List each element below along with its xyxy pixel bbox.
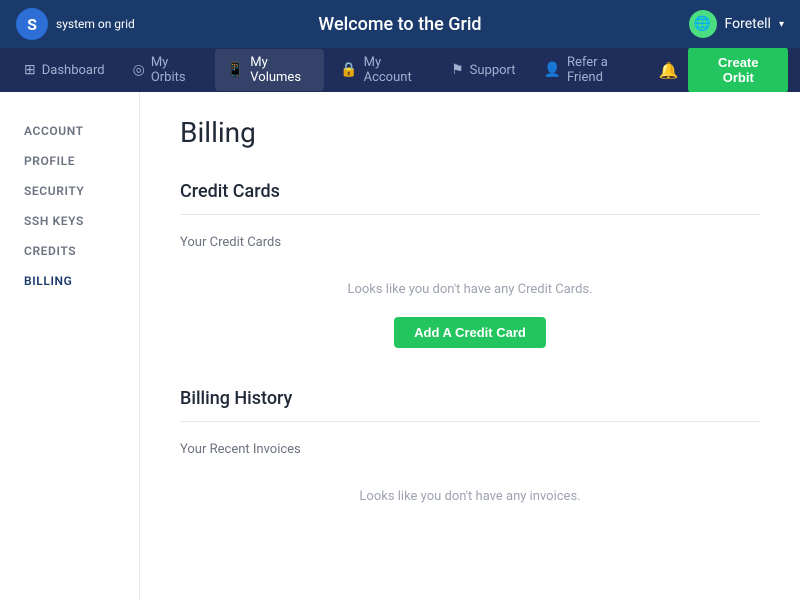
- credit-cards-divider: [180, 214, 760, 215]
- content-area: Billing Credit Cards Your Credit Cards L…: [140, 92, 800, 600]
- secondary-nav: ⊞ Dashboard ◎ My Orbits 📱 My Volumes 🔒 M…: [0, 48, 800, 92]
- sidebar-item-profile[interactable]: PROFILE: [0, 146, 139, 176]
- your-credit-cards-label: Your Credit Cards: [180, 235, 760, 250]
- sidebar-item-my-account[interactable]: 🔒 My Account: [328, 49, 435, 91]
- no-credit-cards-message: Looks like you don't have any Credit Car…: [180, 266, 760, 317]
- sidebar-item-my-volumes[interactable]: 📱 My Volumes: [215, 49, 324, 91]
- sidebar: ACCOUNT PROFILE SECURITY SSH KEYS CREDIT…: [0, 92, 140, 600]
- credit-cards-title: Credit Cards: [180, 181, 760, 202]
- notification-icon[interactable]: 🔔: [653, 55, 685, 86]
- nav-label-dashboard: Dashboard: [42, 63, 105, 78]
- dashboard-icon: ⊞: [24, 62, 36, 78]
- logo-icon: S: [16, 8, 48, 40]
- no-invoices-message: Looks like you don't have any invoices.: [180, 473, 760, 524]
- volumes-icon: 📱: [227, 62, 244, 78]
- nav-label-my-account: My Account: [364, 55, 423, 85]
- credit-cards-section: Credit Cards Your Credit Cards Looks lik…: [180, 181, 760, 348]
- sidebar-item-security[interactable]: SECURITY: [0, 176, 139, 206]
- sidebar-item-refer-friend[interactable]: 👤 Refer a Friend: [532, 49, 649, 91]
- add-credit-card-button[interactable]: Add A Credit Card: [394, 317, 546, 348]
- billing-heading: Billing: [180, 116, 760, 149]
- support-icon: ⚑: [451, 62, 464, 78]
- sidebar-item-billing[interactable]: BILLING: [0, 266, 139, 296]
- top-bar: S system on grid Welcome to the Grid 🌐 F…: [0, 0, 800, 48]
- page-title: Welcome to the Grid: [318, 14, 481, 35]
- recent-invoices-label: Your Recent Invoices: [180, 442, 760, 457]
- sidebar-item-account[interactable]: ACCOUNT: [0, 116, 139, 146]
- user-name: Foretell: [725, 16, 771, 32]
- orbits-icon: ◎: [133, 62, 145, 78]
- billing-history-title: Billing History: [180, 388, 760, 409]
- sidebar-item-ssh-keys[interactable]: SSH KEYS: [0, 206, 139, 236]
- main-layout: ACCOUNT PROFILE SECURITY SSH KEYS CREDIT…: [0, 92, 800, 600]
- billing-history-section: Billing History Your Recent Invoices Loo…: [180, 388, 760, 524]
- nav-label-support: Support: [470, 63, 516, 78]
- user-area[interactable]: 🌐 Foretell ▾: [689, 10, 784, 38]
- billing-history-divider: [180, 421, 760, 422]
- sidebar-item-support[interactable]: ⚑ Support: [439, 56, 527, 84]
- nav-label-refer-friend: Refer a Friend: [567, 55, 637, 85]
- create-orbit-button[interactable]: Create Orbit: [688, 47, 788, 93]
- nav-label-my-volumes: My Volumes: [250, 55, 312, 85]
- logo-text: system on grid: [56, 17, 135, 31]
- nav-label-my-orbits: My Orbits: [151, 55, 199, 85]
- chevron-down-icon: ▾: [779, 19, 784, 30]
- avatar: 🌐: [689, 10, 717, 38]
- refer-icon: 👤: [544, 62, 561, 78]
- sidebar-item-my-orbits[interactable]: ◎ My Orbits: [121, 49, 211, 91]
- sidebar-item-dashboard[interactable]: ⊞ Dashboard: [12, 56, 117, 84]
- sidebar-item-credits[interactable]: CREDITS: [0, 236, 139, 266]
- logo-area: S system on grid: [16, 8, 135, 40]
- account-icon: 🔒: [340, 62, 357, 78]
